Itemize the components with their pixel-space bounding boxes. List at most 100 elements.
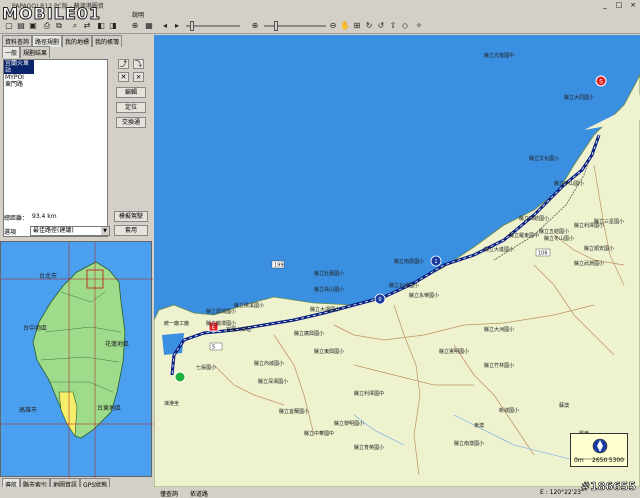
svg-text:106: 106	[538, 251, 548, 257]
svg-text:199: 199	[274, 263, 284, 269]
status-bar: 僅查詢 依道路 E : 120°22'23"	[0, 487, 640, 498]
ov-label: 台中地區	[23, 324, 47, 332]
svg-text:縣立大進國小: 縣立大進國小	[484, 246, 514, 253]
svg-text:縣立中山國小: 縣立中山國小	[554, 180, 584, 187]
minimize-button[interactable]: _	[600, 1, 610, 9]
save-icon[interactable]: ▣	[28, 21, 38, 31]
sub-tabs: 一般 規劃結果	[2, 46, 51, 58]
zoom-slider[interactable]	[264, 21, 326, 31]
arrow-right-icon[interactable]: ▸	[172, 21, 182, 31]
tab-general[interactable]: 一般	[2, 46, 21, 58]
delete-button[interactable]: ✕	[118, 72, 129, 82]
tab-my-landmarks[interactable]: 我的地標	[62, 35, 93, 47]
menu-item-help[interactable]: 說明	[132, 10, 144, 20]
edit-button[interactable]: 編輯	[116, 87, 146, 98]
new-icon[interactable]: ▢	[4, 21, 14, 31]
toolbar: ▢ ▤ ▣ ⎙ ⧉ ⌕ ⇄ ◧ ◨ ⊕ ▦ ◂ ▸ ⊕ ⊖ ✋ ⊞ ↻ ↺ ⇧ …	[0, 20, 640, 34]
svg-text:縣立龍潭國小: 縣立龍潭國小	[206, 320, 236, 327]
menu-bar: 說明	[132, 10, 144, 20]
overview-map[interactable]: 台北市 台中地區 花蓮地區 高雄市 台東地區	[0, 241, 153, 478]
list-item[interactable]: 東門路	[4, 81, 107, 88]
road-shield-9: 9	[374, 293, 386, 305]
distance-label: 總距離：	[4, 215, 29, 222]
move-down-button[interactable]: ⤵	[133, 59, 144, 69]
close-button[interactable]: ×	[628, 1, 638, 9]
svg-text:縣立內城國小: 縣立內城國小	[254, 360, 284, 367]
find-icon[interactable]: ⌕	[70, 21, 80, 31]
compass-icon[interactable]: ✧	[414, 21, 424, 31]
road-shield-1: 1	[430, 255, 442, 267]
route-info: 總距離： 93.4 km 模擬駕駛 選項 最佳路徑(建議) ▼ 套用	[0, 208, 152, 240]
svg-text:縣立南澳國小: 縣立南澳國小	[454, 440, 484, 447]
svg-text:縣立壯圍國小: 縣立壯圍國小	[314, 270, 344, 277]
svg-text:縣立利澤國中: 縣立利澤國中	[354, 390, 384, 397]
refresh-icon[interactable]: ↻	[364, 21, 374, 31]
svg-text:縣立五結國小: 縣立五結國小	[539, 228, 569, 235]
tool-a-icon[interactable]: ◧	[96, 21, 106, 31]
tab-my-account[interactable]: 我的帳簿	[92, 35, 123, 47]
ov-label: 台東地區	[97, 404, 121, 412]
route-marker-start[interactable]: S	[595, 75, 607, 87]
north-up-icon[interactable]: ⇧	[388, 21, 398, 31]
pan-icon[interactable]: ✋	[340, 21, 350, 31]
svg-text:縣立四結國小: 縣立四結國小	[519, 215, 549, 222]
svg-text:縣立羅東國中: 縣立羅東國中	[509, 232, 539, 239]
pingtung-region	[58, 391, 78, 437]
svg-text:縣立永樂國小: 縣立永樂國小	[409, 292, 439, 299]
svg-text:縣立大洲國小: 縣立大洲國小	[484, 326, 514, 333]
svg-text:七張國小: 七張國小	[196, 364, 216, 371]
simulate-button[interactable]: 模擬駕駛	[114, 211, 148, 222]
maximize-button[interactable]: □	[614, 1, 624, 9]
svg-text:統一廠工廠: 統一廠工廠	[164, 320, 189, 327]
svg-text:S: S	[599, 79, 603, 86]
route-option-value: 最佳路徑(建議)	[33, 227, 74, 234]
svg-text:縣立三星國小: 縣立三星國小	[594, 218, 624, 225]
rotate-icon[interactable]: ↺	[376, 21, 386, 31]
arrow-left-icon[interactable]: ◂	[160, 21, 170, 31]
ov-label: 台北市	[39, 272, 57, 280]
main-map[interactable]: S E 9 1 106 199 5 縣立光復國中 縣立大同國小 縣立文化國小 縣…	[154, 35, 640, 487]
route-icon[interactable]: ⇄	[82, 21, 92, 31]
status-coords: E : 120°22'23"	[540, 489, 584, 496]
svg-text:9: 9	[378, 297, 381, 303]
clear-button[interactable]: ⨯	[133, 72, 144, 82]
layer-icon[interactable]: ▦	[144, 21, 154, 31]
zoom-in-icon[interactable]: ⊕	[250, 21, 260, 31]
svg-text:縣立廣興國小: 縣立廣興國小	[294, 330, 324, 337]
svg-text:縣立宜蘭國小: 縣立宜蘭國小	[279, 408, 309, 415]
view-3d-icon[interactable]: ◇	[400, 21, 410, 31]
tab-plan-result[interactable]: 規劃結果	[20, 46, 51, 58]
list-item[interactable]: 宜蘭火車站	[4, 60, 34, 74]
list-item[interactable]: MYPOI	[4, 74, 107, 81]
svg-text:縣立北成國小: 縣立北成國小	[389, 282, 419, 289]
move-up-button[interactable]: ⤴	[118, 59, 129, 69]
copy-icon[interactable]: ⧉	[54, 21, 64, 31]
current-position-marker	[174, 371, 186, 383]
chevron-down-icon[interactable]: ▼	[101, 227, 109, 235]
svg-text:縣立冬山國小: 縣立冬山國小	[544, 235, 574, 242]
zoom-out-icon[interactable]: ⊖	[328, 21, 338, 31]
watermark: #186655	[580, 480, 637, 494]
svg-text:蘇澳: 蘇澳	[559, 402, 569, 409]
window-controls: _ □ ×	[600, 1, 638, 9]
swap-button[interactable]: 交換通	[116, 117, 146, 128]
locate-button[interactable]: 定位	[116, 102, 146, 113]
main-map-svg: S E 9 1 106 199 5 縣立光復國中 縣立大同國小 縣立文化國小 縣…	[154, 52, 640, 487]
tool-b-icon[interactable]: ◨	[108, 21, 118, 31]
svg-text:縣立育英國小: 縣立育英國小	[354, 444, 384, 451]
svg-text:縣立南屏國小: 縣立南屏國小	[394, 258, 424, 265]
svg-text:新城國小: 新城國小	[499, 407, 519, 414]
print-icon[interactable]: ⎙	[42, 21, 52, 31]
gps-icon[interactable]: ⊕	[130, 21, 140, 31]
measure-icon[interactable]: ⊞	[352, 21, 362, 31]
open-icon[interactable]: ▤	[16, 21, 26, 31]
svg-text:縣立頭城國小: 縣立頭城國小	[206, 308, 236, 315]
svg-text:縣立東興國小: 縣立東興國小	[314, 348, 344, 355]
zoom-knob[interactable]	[274, 21, 278, 31]
distance-value: 93.4 km	[32, 213, 57, 220]
speed-slider[interactable]	[186, 21, 240, 31]
ov-label: 高雄市	[19, 406, 37, 414]
apply-button[interactable]: 套用	[114, 225, 148, 236]
route-option-select[interactable]: 最佳路徑(建議) ▼	[30, 226, 110, 236]
slider-knob[interactable]	[190, 21, 194, 31]
